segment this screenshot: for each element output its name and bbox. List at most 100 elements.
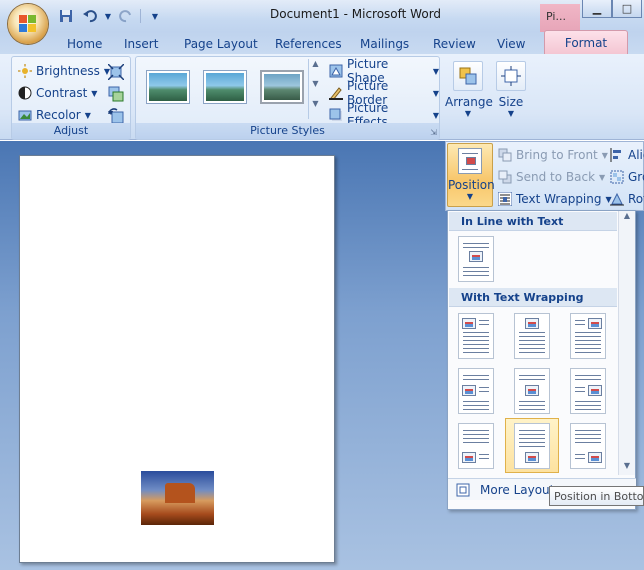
tab-page-layout[interactable]: Page Layout [184,34,258,54]
picture-styles-group-label: Picture Styles [136,123,439,139]
contrast-button[interactable]: Contrast ▼ [18,83,97,103]
maximize-button[interactable]: □ [612,0,642,18]
send-to-back-label: Send to Back [516,170,596,184]
chevron-down-icon: ▼ [84,110,91,120]
group-label: Gro [628,170,644,184]
position-inline-option[interactable] [458,236,494,282]
chevron-down-icon: ▼ [432,110,439,120]
undo-dropdown-icon[interactable]: ▼ [104,7,112,25]
tab-mailings[interactable]: Mailings [360,34,409,54]
position-middle-center-option[interactable] [514,368,550,414]
size-label: Size [498,95,524,109]
tab-view[interactable]: View [497,34,525,54]
with-text-wrapping-header: With Text Wrapping [449,288,617,307]
picture-shape-button[interactable]: Picture Shape ▼ [329,57,439,85]
contrast-icon [18,86,32,100]
compress-pictures-button[interactable] [107,61,125,81]
arrange-label: Arrange [445,95,493,109]
size-icon [496,61,526,91]
position-bottom-left-option[interactable] [458,423,494,469]
bring-to-front-button[interactable]: Bring to Front ▼ [498,146,608,164]
text-wrapping-button[interactable]: Text Wrapping ▼ [497,190,612,208]
document-picture[interactable] [141,471,214,525]
align-icon [610,148,624,162]
arrange-icon [453,61,483,91]
chevron-down-icon: ▼ [601,150,608,160]
office-logo-icon [19,15,37,33]
brightness-icon [18,64,32,78]
reset-picture-button[interactable] [108,105,124,125]
picture-style-thumbnail[interactable] [203,70,247,104]
send-to-back-button[interactable]: Send to Back ▼ [498,168,605,186]
group-icon [610,170,624,184]
change-picture-icon [108,86,124,102]
adjust-group-label: Adjust [12,123,130,139]
adjust-group: Brightness ▼ Contrast ▼ Recolor ▼ Adjust [11,56,131,140]
dialog-launcher-icon[interactable]: ⇲ [430,128,437,137]
gallery-more-icon[interactable]: ▼ [309,99,322,119]
bring-to-front-label: Bring to Front [516,148,598,162]
rotate-icon [610,192,624,206]
dropdown-scrollbar[interactable]: ▲ ▼ [618,211,635,475]
send-to-back-icon [498,170,512,184]
redo-icon[interactable] [116,7,136,25]
customize-toolbar-icon[interactable]: ▼ [145,7,165,25]
position-label: Position [448,178,495,192]
brightness-label: Brightness [36,64,100,78]
gallery-down-icon[interactable]: ▼ [309,79,322,99]
position-icon [458,148,482,174]
size-button[interactable]: Size ▼ [493,57,529,135]
picture-style-thumbnail[interactable] [260,70,304,104]
recolor-icon [18,108,32,122]
picture-effects-button[interactable]: Picture Effects ▼ [329,101,439,129]
text-wrapping-icon [497,191,513,207]
tab-references[interactable]: References [275,34,342,54]
picture-tools-context-label: Pi... [540,4,580,32]
chevron-down-icon: ▼ [466,192,474,201]
position-bottom-right-option[interactable] [570,423,606,469]
tab-format[interactable]: Format [544,30,628,54]
position-top-center-option[interactable] [514,313,550,359]
position-middle-left-option[interactable] [458,368,494,414]
bring-to-front-icon [498,148,512,162]
position-top-right-option[interactable] [570,313,606,359]
text-wrapping-label: Text Wrapping [516,192,602,206]
window-title: Document1 - Microsoft Word [270,7,442,21]
compress-icon [107,63,125,81]
contrast-label: Contrast [36,86,88,100]
toolbar-separator [140,9,141,23]
rotate-button[interactable]: Rot [610,190,644,208]
undo-icon[interactable] [80,7,100,25]
align-button[interactable]: Alig [610,146,644,164]
tab-home[interactable]: Home [67,34,102,54]
position-top-left-option[interactable] [458,313,494,359]
tab-insert[interactable]: Insert [124,34,158,54]
change-picture-button[interactable] [108,83,124,103]
position-bottom-center-option[interactable] [514,423,550,469]
scroll-down-icon[interactable]: ▼ [619,461,635,475]
brightness-button[interactable]: Brightness ▼ [18,61,110,81]
recolor-button[interactable]: Recolor ▼ [18,105,91,125]
window-controls: ▁ □ [582,0,644,20]
picture-styles-group: ▲ ▼ ▼ Picture Shape ▼ Picture Border ▼ P… [135,56,440,140]
chevron-down-icon: ▼ [464,109,472,118]
save-icon[interactable] [56,7,76,25]
position-button[interactable]: Position ▼ [447,143,495,207]
picture-border-button[interactable]: Picture Border ▼ [329,79,439,107]
gallery-up-icon[interactable]: ▲ [309,59,322,79]
position-middle-right-option[interactable] [570,368,606,414]
tab-review[interactable]: Review [433,34,476,54]
minimize-button[interactable]: ▁ [582,0,612,18]
group-button[interactable]: Gro [610,168,644,186]
ribbon: Brightness ▼ Contrast ▼ Recolor ▼ Adjust… [0,54,644,140]
align-label: Alig [628,148,644,162]
office-button[interactable] [8,4,48,44]
scroll-up-icon[interactable]: ▲ [619,211,635,225]
arrange-button[interactable]: Arrange ▼ [445,57,493,135]
styles-gallery-scroll[interactable]: ▲ ▼ ▼ [308,59,322,119]
chevron-down-icon: ▼ [91,88,98,98]
chevron-down-icon: ▼ [507,109,515,118]
quick-access-toolbar: ▼ ▼ [56,6,165,26]
chevron-down-icon: ▼ [432,66,439,76]
picture-style-thumbnail[interactable] [146,70,190,104]
